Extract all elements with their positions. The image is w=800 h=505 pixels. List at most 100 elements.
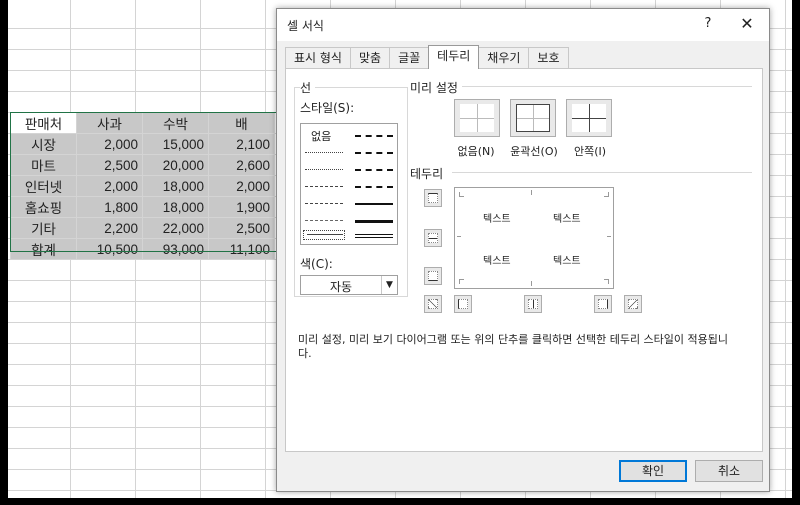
value-cell[interactable]: 2,000 <box>76 133 143 155</box>
preview-corner <box>604 279 609 284</box>
border-divider <box>452 172 752 173</box>
table-row: 기타 2,200 22,000 2,500 <box>10 217 275 239</box>
value-cell[interactable]: 18,000 <box>142 175 209 197</box>
line-style-option[interactable] <box>305 203 343 204</box>
tab-protection[interactable]: 보호 <box>528 47 569 69</box>
border-diagonal-down-button[interactable] <box>624 295 642 313</box>
value-cell[interactable]: 10,500 <box>76 238 143 260</box>
format-cells-dialog: 셀 서식 ? ✕ 표시 형식 맞춤 글꼴 테두리 채우기 보호 선 스타일(S)… <box>276 8 770 492</box>
preset-inside-button[interactable] <box>566 99 612 137</box>
tab-number[interactable]: 표시 형식 <box>285 47 351 69</box>
border-bottom-icon <box>428 271 438 281</box>
line-style-option-selected[interactable] <box>303 230 345 240</box>
line-style-option[interactable] <box>305 169 343 170</box>
value-cell[interactable]: 15,000 <box>142 133 209 155</box>
presets-group-label: 미리 설정 <box>410 79 462 96</box>
preview-corner <box>531 281 532 286</box>
value-cell[interactable]: 2,000 <box>76 175 143 197</box>
preset-outline-icon <box>516 104 550 132</box>
line-style-option[interactable] <box>305 220 343 221</box>
preset-inside-label: 안쪽(I) <box>573 145 607 158</box>
row-label[interactable]: 시장 <box>10 133 77 155</box>
line-style-option[interactable] <box>307 234 343 235</box>
border-middle-v-button[interactable] <box>524 295 542 313</box>
value-cell[interactable]: 22,000 <box>142 217 209 239</box>
value-cell[interactable]: 2,500 <box>208 217 275 239</box>
line-style-option[interactable] <box>355 186 393 188</box>
border-middle-h-button[interactable] <box>424 229 442 247</box>
value-cell[interactable]: 2,500 <box>76 154 143 176</box>
border-middle-v-icon <box>528 299 538 309</box>
preset-none-button[interactable] <box>454 99 500 137</box>
value-cell[interactable]: 2,100 <box>208 133 275 155</box>
diagonal-up-icon <box>428 299 438 309</box>
style-label: 스타일(S): <box>300 99 359 116</box>
preview-text: 텍스트 <box>553 214 581 225</box>
row-label[interactable]: 홈쇼핑 <box>10 196 77 218</box>
border-diagonal-up-button[interactable] <box>424 295 442 313</box>
preview-corner <box>607 236 611 237</box>
preview-corner <box>457 236 461 237</box>
help-button[interactable]: ? <box>697 13 719 35</box>
line-style-option[interactable] <box>355 135 393 137</box>
header-cell[interactable]: 사과 <box>76 112 143 134</box>
row-label[interactable]: 마트 <box>10 154 77 176</box>
table-row: 합계 10,500 93,000 11,100 <box>10 238 275 260</box>
header-cell[interactable]: 수박 <box>142 112 209 134</box>
table-row: 인터넷 2,000 18,000 2,000 <box>10 175 275 197</box>
line-style-option[interactable] <box>305 186 343 187</box>
line-style-option[interactable] <box>305 152 343 153</box>
close-button[interactable]: ✕ <box>735 13 759 35</box>
value-cell[interactable]: 20,000 <box>142 154 209 176</box>
dialog-titlebar[interactable]: 셀 서식 ? ✕ <box>277 9 769 41</box>
preset-outline-button[interactable] <box>510 99 556 137</box>
line-style-option[interactable] <box>355 220 393 223</box>
preset-none-icon <box>460 104 494 132</box>
value-cell[interactable]: 93,000 <box>142 238 209 260</box>
row-label[interactable]: 기타 <box>10 217 77 239</box>
value-cell[interactable]: 2,000 <box>208 175 275 197</box>
data-table: 판매처 사과 수박 배 시장 2,000 15,000 2,100 마트 2,5… <box>10 112 275 260</box>
border-preview[interactable]: 텍스트 텍스트 텍스트 텍스트 <box>454 187 614 289</box>
border-left-button[interactable] <box>454 295 472 313</box>
cancel-button[interactable]: 취소 <box>695 460 763 482</box>
border-right-icon <box>598 299 608 309</box>
diagonal-down-icon <box>628 299 638 309</box>
header-cell[interactable]: 배 <box>208 112 275 134</box>
preview-corner <box>459 192 464 197</box>
border-right-button[interactable] <box>594 295 612 313</box>
color-dropdown[interactable]: 자동 ▼ <box>300 275 398 295</box>
line-style-option[interactable] <box>355 152 393 154</box>
value-cell[interactable]: 11,100 <box>208 238 275 260</box>
ok-button[interactable]: 확인 <box>619 460 687 482</box>
border-middle-h-icon <box>428 233 438 243</box>
description-text: 미리 설정, 미리 보기 다이어그램 또는 위의 단추를 클릭하면 선택한 테두… <box>298 333 729 360</box>
tab-alignment[interactable]: 맞춤 <box>349 47 391 69</box>
table-row: 시장 2,000 15,000 2,100 <box>10 133 275 155</box>
presets-divider <box>462 86 752 87</box>
value-cell[interactable]: 1,900 <box>208 196 275 218</box>
line-style-list[interactable]: 없음 <box>300 123 398 245</box>
line-style-option[interactable] <box>355 169 393 171</box>
row-label[interactable]: 인터넷 <box>10 175 77 197</box>
border-group-label: 테두리 <box>410 165 448 182</box>
row-label[interactable]: 합계 <box>10 238 77 260</box>
header-cell[interactable]: 판매처 <box>10 112 77 134</box>
tab-border[interactable]: 테두리 <box>428 45 480 69</box>
value-cell[interactable]: 18,000 <box>142 196 209 218</box>
style-none-label[interactable]: 없음 <box>311 128 331 144</box>
line-style-option[interactable] <box>355 234 393 238</box>
value-cell[interactable]: 1,800 <box>76 196 143 218</box>
preview-text: 텍스트 <box>553 256 581 267</box>
tab-font[interactable]: 글꼴 <box>389 47 430 69</box>
line-style-option[interactable] <box>355 203 393 205</box>
preset-inside-icon <box>572 104 606 132</box>
border-top-button[interactable] <box>424 189 442 207</box>
value-cell[interactable]: 2,200 <box>76 217 143 239</box>
value-cell[interactable]: 2,600 <box>208 154 275 176</box>
tab-fill[interactable]: 채우기 <box>478 47 530 69</box>
line-group-label: 선 <box>300 79 316 96</box>
preset-none-label: 없음(N) <box>457 145 495 158</box>
color-value: 자동 <box>329 280 353 294</box>
border-bottom-button[interactable] <box>424 267 442 285</box>
